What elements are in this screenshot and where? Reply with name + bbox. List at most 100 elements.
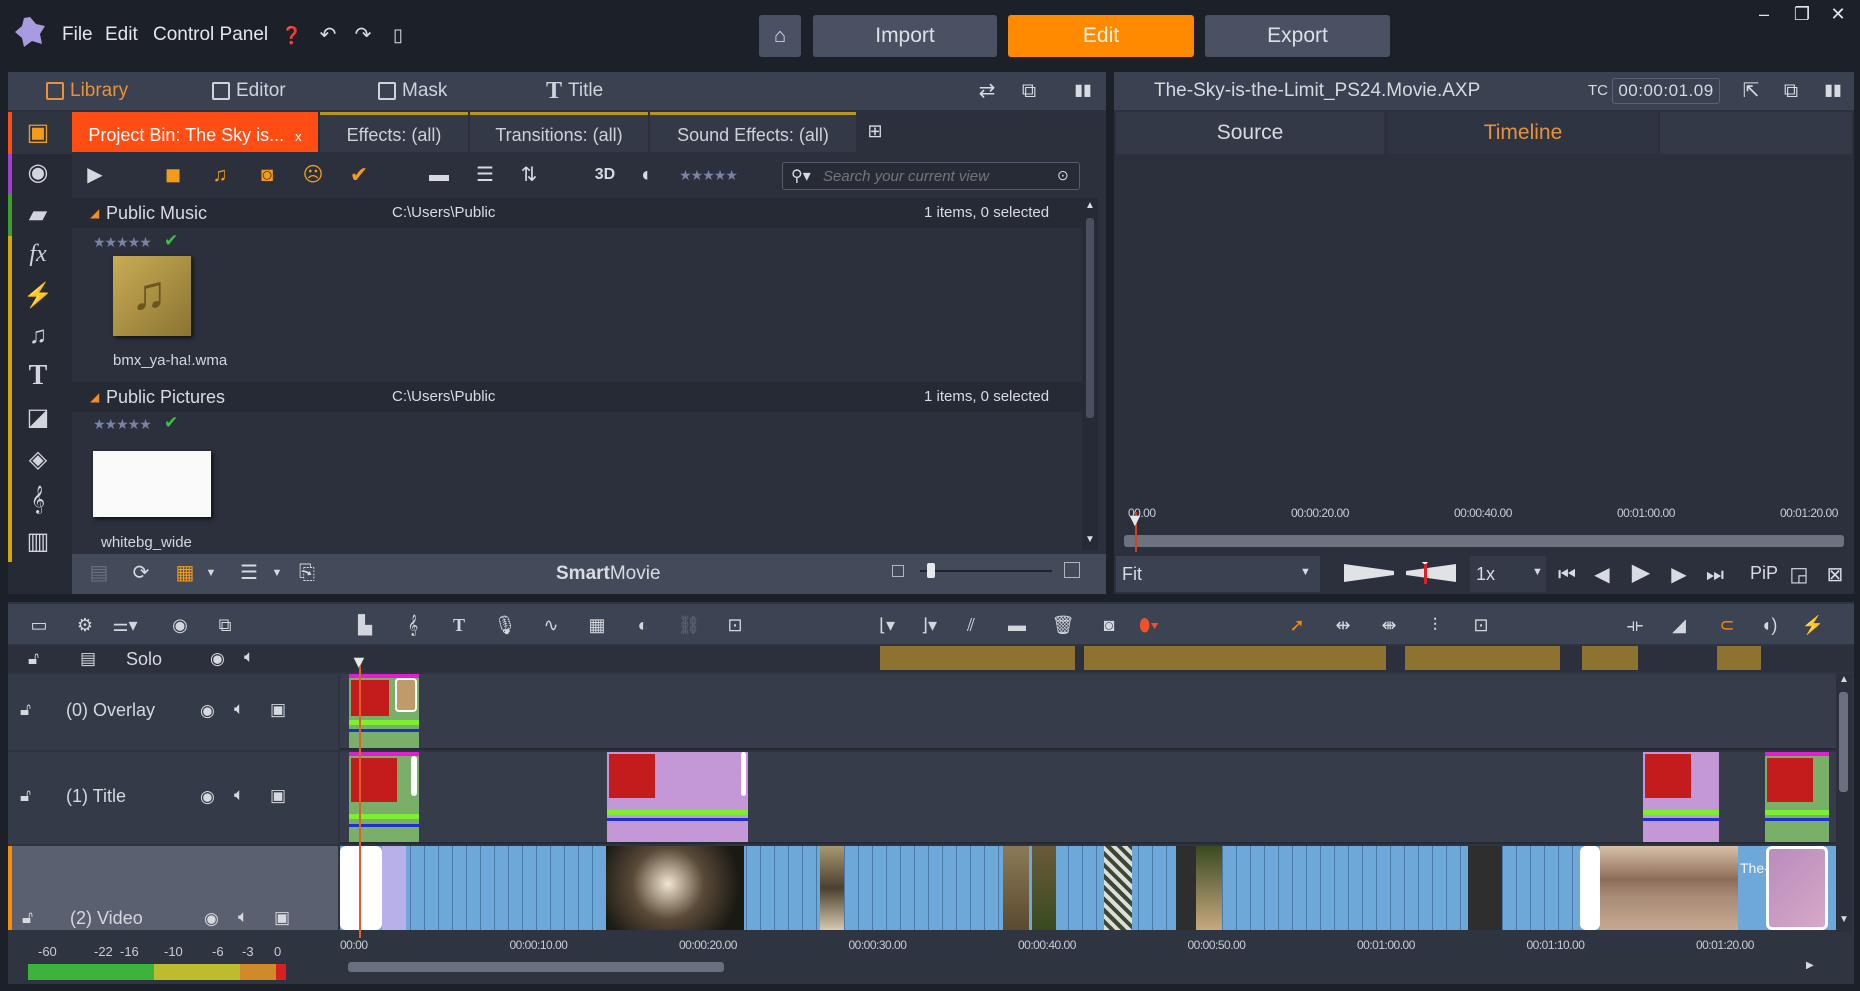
scorefitter-icon[interactable]: 𝄞 bbox=[22, 484, 54, 516]
collapse-triangle-icon[interactable]: ◢ bbox=[90, 198, 99, 228]
bin-tab-sound-effects[interactable]: Sound Effects: (all) bbox=[650, 112, 856, 152]
layout-icon[interactable]: ▮▮ bbox=[1070, 78, 1096, 104]
speaker-icon[interactable]: 🔈︎ bbox=[238, 907, 248, 927]
video-clip-thumb[interactable] bbox=[1003, 846, 1029, 930]
smartmovie-button[interactable]: SmartMovie bbox=[556, 563, 661, 585]
timeline-playhead-line[interactable] bbox=[359, 666, 361, 938]
rating-filter[interactable]: ★★★★★ bbox=[674, 162, 742, 188]
video-clip-fireworks[interactable] bbox=[606, 846, 744, 930]
export-button[interactable]: Export bbox=[1205, 15, 1390, 57]
audio-ducking-icon[interactable]: ∿ bbox=[538, 612, 564, 638]
edit-button[interactable]: Edit bbox=[1008, 15, 1194, 57]
track-header-title[interactable]: 🔓︎ (1) Title ◉ 🔈︎ ▣ bbox=[8, 752, 338, 844]
transition-mode-icon[interactable]: ◢ bbox=[1666, 612, 1692, 638]
tab-editor[interactable]: Editor bbox=[212, 78, 286, 104]
insert-mode-icon[interactable]: ⟛ bbox=[1622, 612, 1648, 638]
lock-icon[interactable]: 🔓︎ bbox=[20, 700, 31, 720]
disc-icon[interactable]: ◉ bbox=[167, 612, 193, 638]
preview-viewport[interactable] bbox=[1116, 154, 1852, 494]
title-clip-3[interactable] bbox=[1643, 752, 1719, 842]
roll-tool-icon[interactable]: ⇼ bbox=[1376, 612, 1402, 638]
track-lane-title[interactable] bbox=[340, 752, 1836, 844]
timeline-ruler[interactable]: 00:00 00:00:10.00 00:00:20.00 00:00:30.00 00… bbox=[340, 932, 1836, 958]
track-lane-video[interactable]: The-Sky-is-t... bbox=[340, 846, 1836, 930]
chapter-marker[interactable] bbox=[1717, 646, 1761, 670]
title-clip-4[interactable] bbox=[1765, 752, 1829, 842]
menu-file[interactable]: File bbox=[62, 24, 93, 46]
video-gap[interactable] bbox=[1468, 846, 1502, 930]
add-track-icon[interactable]: ▤ bbox=[80, 649, 96, 669]
close-icon[interactable]: ✕ bbox=[1826, 4, 1850, 25]
link-icon[interactable]: ⛓ bbox=[676, 612, 702, 638]
collapse-triangle-icon[interactable]: ◢ bbox=[90, 382, 99, 412]
speaker-icon[interactable]: 🔈︎ bbox=[234, 699, 244, 719]
motion-tracking-icon[interactable]: ⊡ bbox=[722, 612, 748, 638]
storyboard-icon[interactable]: ⧉ bbox=[212, 612, 238, 638]
audio-scrub-icon[interactable]: ◖) bbox=[1756, 612, 1782, 638]
restore-icon[interactable]: ❐ bbox=[1790, 4, 1814, 25]
bin-tab-project[interactable]: Project Bin: The Sky is... x bbox=[72, 112, 318, 152]
video-clip-purple[interactable] bbox=[382, 846, 406, 930]
scroll-thumb[interactable] bbox=[1086, 218, 1094, 418]
help-icon[interactable]: ❓ bbox=[279, 23, 305, 49]
track-name[interactable]: (0) Overlay bbox=[66, 700, 155, 721]
slider-handle[interactable] bbox=[926, 563, 935, 578]
item-name[interactable]: whitebg_wide bbox=[101, 534, 192, 551]
eye-icon[interactable]: ◉ bbox=[200, 787, 215, 807]
library-scrollbar[interactable]: ▲ ▼ bbox=[1082, 198, 1098, 550]
scorefitter-icon[interactable]: 𝄞 bbox=[400, 612, 426, 638]
slip-tool-icon[interactable]: ⫶ bbox=[1422, 612, 1448, 638]
track-name[interactable]: (1) Title bbox=[66, 786, 126, 807]
preview-scrubber-bar[interactable] bbox=[1124, 535, 1844, 547]
dual-view-icon[interactable]: ▮▮ bbox=[1820, 78, 1846, 104]
chapter-marker[interactable] bbox=[1582, 646, 1638, 670]
delete-icon[interactable]: ▤ bbox=[86, 560, 112, 586]
search-input[interactable] bbox=[823, 165, 1043, 187]
speaker-icon[interactable]: 🔈︎ bbox=[234, 785, 244, 805]
gear-icon[interactable]: ⚙ bbox=[72, 612, 98, 638]
shuttle-control[interactable] bbox=[1344, 558, 1456, 584]
sound-effects-icon[interactable]: ▥ bbox=[22, 526, 54, 558]
clip-trim-handle[interactable] bbox=[411, 756, 417, 796]
chapter-marker[interactable] bbox=[880, 646, 1075, 670]
video-clip-thumb[interactable] bbox=[1032, 846, 1056, 930]
crop-icon[interactable]: ⊠ bbox=[1822, 562, 1848, 588]
zoom-fit-dropdown[interactable]: Fit ▼ bbox=[1116, 556, 1320, 592]
filter-photo-icon[interactable]: ◙ bbox=[254, 162, 280, 188]
details-view-icon[interactable]: ☰ bbox=[236, 560, 262, 586]
folder-icon[interactable]: ▬ bbox=[426, 162, 452, 188]
collections-icon[interactable]: ◉ bbox=[22, 157, 54, 189]
lock-all-icon[interactable]: 🔓︎ bbox=[28, 649, 39, 669]
zoom-fit-icon[interactable]: ⊡ bbox=[1468, 612, 1494, 638]
redo-icon[interactable]: ↷ bbox=[350, 22, 376, 48]
home-button[interactable]: ⌂ bbox=[759, 15, 801, 57]
filter-checked-icon[interactable]: ✔ bbox=[346, 162, 372, 188]
document-icon[interactable]: ▯ bbox=[385, 22, 411, 48]
track-lane-overlay[interactable] bbox=[340, 674, 1836, 750]
layers-icon[interactable]: ◈ bbox=[22, 444, 54, 476]
preview-playhead-icon[interactable]: ▼ bbox=[1126, 510, 1144, 531]
view-list-icon[interactable]: ☰ bbox=[472, 162, 498, 188]
scroll-down-icon[interactable]: ▼ bbox=[1839, 914, 1849, 925]
track-name[interactable]: (2) Video bbox=[70, 908, 143, 929]
thumbnail-size-slider[interactable] bbox=[920, 563, 1052, 578]
group-header-public-pictures[interactable]: ◢ Public Pictures C:\Users\Public 1 item… bbox=[72, 382, 1090, 412]
menu-edit[interactable]: Edit bbox=[105, 24, 138, 46]
multicam-icon[interactable]: ▦ bbox=[584, 612, 610, 638]
music-icon[interactable]: ♫ bbox=[22, 320, 54, 352]
add-tab-icon[interactable]: ⊞ bbox=[862, 118, 888, 144]
marker-out-icon[interactable]: ⌋▾ bbox=[916, 612, 942, 638]
video-clip-thumb[interactable] bbox=[820, 846, 844, 930]
project-bin-icon[interactable]: ▣ bbox=[22, 117, 54, 149]
bin-tab-effects[interactable]: Effects: (all) bbox=[320, 112, 468, 152]
split-clip-icon[interactable]: ⫽ bbox=[958, 612, 984, 638]
play-icon[interactable]: ▶ bbox=[1628, 560, 1654, 586]
eye-icon[interactable]: ◉ bbox=[200, 701, 215, 721]
eye-icon[interactable]: ◉ bbox=[204, 909, 219, 929]
magnet-snap-icon[interactable]: ⊂ bbox=[1714, 612, 1740, 638]
clear-search-icon[interactable]: ⊙ bbox=[1057, 167, 1069, 184]
sync-icon[interactable]: ⟳ bbox=[128, 560, 154, 586]
delete-clip-icon[interactable]: 🗑 bbox=[1050, 612, 1076, 638]
group-header-public-music[interactable]: ◢ Public Music C:\Users\Public 1 items, … bbox=[72, 198, 1090, 228]
title-clip-2[interactable] bbox=[607, 752, 748, 842]
